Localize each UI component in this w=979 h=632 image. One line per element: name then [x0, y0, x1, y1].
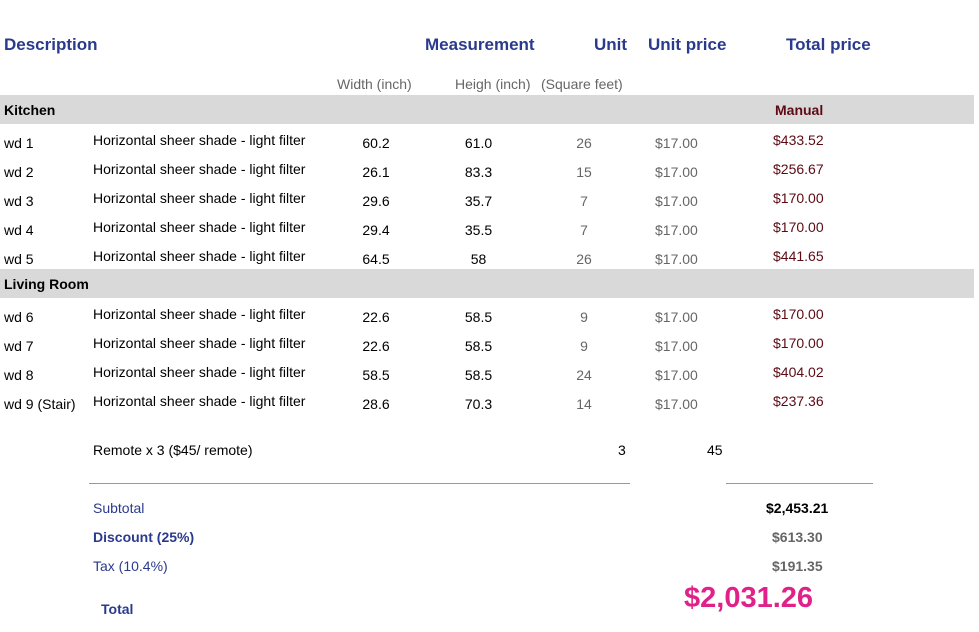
row-width: 28.6 [362, 396, 390, 412]
row-height: 35.5 [464, 222, 493, 238]
row-id: wd 6 [4, 309, 34, 325]
header-unit-price: Unit price [648, 35, 727, 54]
row-unit: 9 [580, 309, 588, 325]
row-height: 70.3 [464, 396, 493, 412]
section-title: Living Room [4, 276, 89, 292]
row-total: $441.65 [773, 248, 824, 264]
row-unit-price: $17.00 [655, 251, 698, 267]
row-total: $170.00 [773, 335, 824, 351]
row-unit: 9 [580, 338, 588, 354]
subtotal-value: $2,453.21 [766, 500, 829, 516]
row-height: 58.5 [464, 309, 493, 325]
row-id: wd 8 [4, 367, 34, 383]
discount-value: $613.30 [772, 529, 823, 545]
section-note: Manual [775, 102, 824, 118]
row-width: 29.6 [362, 193, 390, 209]
row-unit-price: $17.00 [655, 222, 698, 238]
row-id: wd 5 [4, 251, 34, 267]
row-unit: 24 [576, 367, 592, 383]
table-row: wd 1 Horizontal sheer shade - light filt… [0, 125, 974, 154]
row-height: 58 [470, 251, 487, 267]
table-row: wd 3 Horizontal sheer shade - light filt… [0, 183, 974, 212]
subheader-unit: (Square feet) [541, 76, 623, 92]
row-height: 58.5 [464, 367, 493, 383]
header-unit: Unit [594, 35, 628, 54]
header-description: Description [4, 35, 98, 54]
section-band-living-room: Living Room [0, 269, 974, 298]
subtotal-label: Subtotal [93, 500, 145, 516]
row-width: 22.6 [362, 309, 390, 325]
table-row: wd 4 Horizontal sheer shade - light filt… [0, 212, 974, 241]
header-measurement: Measurement [425, 35, 535, 54]
row-id: wd 1 [4, 135, 34, 151]
row-id: wd 9 (Stair) [4, 396, 76, 412]
row-unit-price: $17.00 [655, 396, 698, 412]
row-id: wd 7 [4, 338, 34, 354]
row-height: 35.7 [464, 193, 493, 209]
table-row: wd 5 Horizontal sheer shade - light filt… [0, 241, 974, 270]
table-row: wd 8 Horizontal sheer shade - light filt… [0, 357, 974, 386]
row-unit-price: $17.00 [655, 164, 698, 180]
row-description: Horizontal sheer shade - light filter [93, 219, 306, 235]
row-unit: 26 [576, 251, 592, 267]
row-height: 58.5 [464, 338, 493, 354]
table-row: wd 6 Horizontal sheer shade - light filt… [0, 299, 974, 328]
row-total: $237.36 [773, 393, 824, 409]
remote-price: 45 [707, 442, 723, 458]
row-unit: 14 [576, 396, 592, 412]
row-description: Horizontal sheer shade - light filter [93, 190, 306, 206]
subheader-height: Heigh (inch) [455, 76, 531, 92]
row-description: Horizontal sheer shade - light filter [93, 161, 306, 177]
total-value: $2,031.26 [684, 582, 814, 614]
row-unit-price: $17.00 [655, 367, 698, 383]
row-description: Horizontal sheer shade - light filter [93, 132, 306, 148]
row-unit-price: $17.00 [655, 193, 698, 209]
row-unit-price: $17.00 [655, 338, 698, 354]
row-total: $170.00 [773, 306, 824, 322]
row-unit: 26 [576, 135, 592, 151]
table-row: wd 2 Horizontal sheer shade - light filt… [0, 154, 974, 183]
summary-divider-right [726, 483, 873, 484]
table-row: wd 7 Horizontal sheer shade - light filt… [0, 328, 974, 357]
row-total: $170.00 [773, 219, 824, 235]
remote-label: Remote x 3 ($45/ remote) [93, 442, 253, 458]
remote-qty: 3 [618, 442, 626, 458]
row-id: wd 2 [4, 164, 34, 180]
tax-label: Tax (10.4%) [93, 558, 168, 574]
row-description: Horizontal sheer shade - light filter [93, 335, 306, 351]
row-unit-price: $17.00 [655, 135, 698, 151]
row-unit: 7 [580, 222, 588, 238]
subheader-width: Width (inch) [337, 76, 412, 92]
summary-divider-left [89, 483, 630, 484]
table-row: wd 9 (Stair) Horizontal sheer shade - li… [0, 386, 974, 415]
row-width: 58.5 [362, 367, 390, 383]
row-height: 83.3 [464, 164, 493, 180]
row-unit: 7 [580, 193, 588, 209]
row-total: $404.02 [773, 364, 824, 380]
row-total: $433.52 [773, 132, 824, 148]
row-width: 64.5 [362, 251, 390, 267]
row-width: 26.1 [362, 164, 390, 180]
tax-value: $191.35 [772, 558, 823, 574]
row-width: 60.2 [362, 135, 390, 151]
header-total-price: Total price [786, 35, 871, 54]
discount-label: Discount (25%) [93, 529, 195, 545]
row-total: $170.00 [773, 190, 824, 206]
section-title: Kitchen [4, 102, 56, 118]
row-unit-price: $17.00 [655, 309, 698, 325]
row-id: wd 3 [4, 193, 34, 209]
row-id: wd 4 [4, 222, 34, 238]
row-description: Horizontal sheer shade - light filter [93, 364, 306, 380]
row-description: Horizontal sheer shade - light filter [93, 306, 306, 322]
row-width: 22.6 [362, 338, 390, 354]
total-label: Total [101, 601, 134, 617]
row-description: Horizontal sheer shade - light filter [93, 248, 306, 264]
row-height: 61.0 [464, 135, 493, 151]
row-unit: 15 [576, 164, 592, 180]
row-total: $256.67 [773, 161, 824, 177]
row-width: 29.4 [362, 222, 390, 238]
section-band-kitchen: Kitchen Manual [0, 95, 974, 124]
row-description: Horizontal sheer shade - light filter [93, 393, 306, 409]
